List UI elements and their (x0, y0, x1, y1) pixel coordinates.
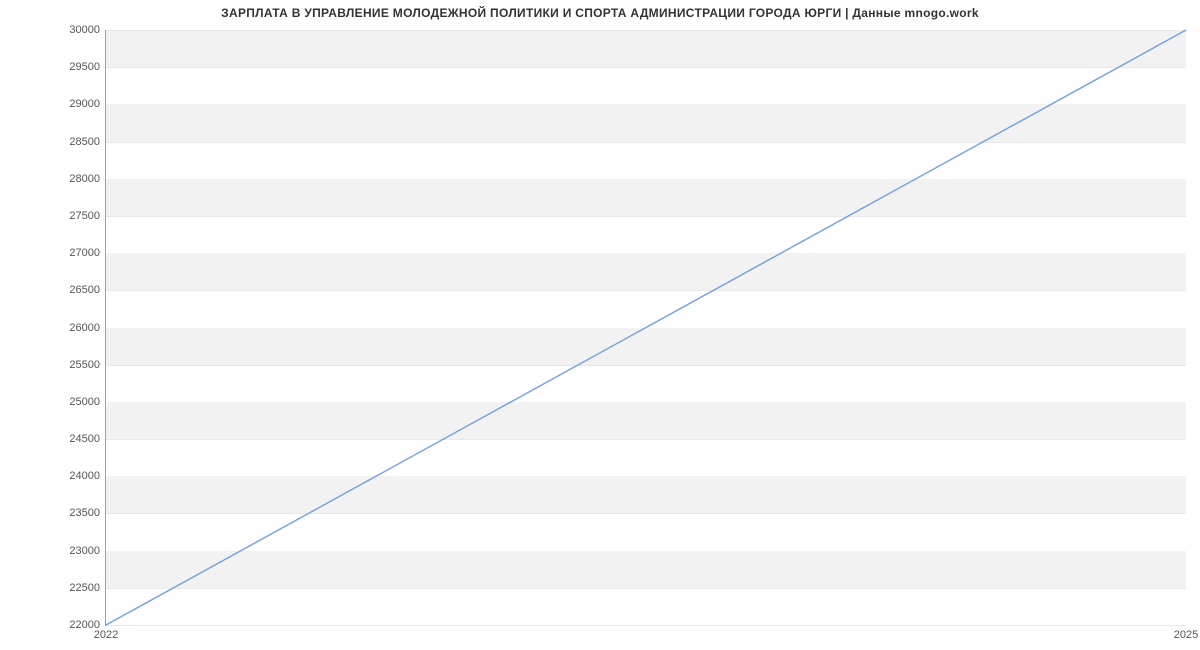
y-tick-label: 27500 (69, 210, 100, 222)
line-layer (106, 30, 1186, 625)
y-tick-label: 26500 (69, 284, 100, 296)
y-tick-label: 23000 (69, 545, 100, 557)
y-tick-label: 27000 (69, 247, 100, 259)
x-tick-label: 2022 (94, 629, 118, 641)
gridline (106, 625, 1186, 626)
y-tick-label: 26000 (69, 322, 100, 334)
series-line (106, 30, 1186, 625)
y-tick-label: 28000 (69, 173, 100, 185)
y-tick-label: 29000 (69, 98, 100, 110)
y-tick-label: 25000 (69, 396, 100, 408)
y-tick-label: 24000 (69, 470, 100, 482)
y-tick-label: 25500 (69, 359, 100, 371)
chart-container: ЗАРПЛАТА В УПРАВЛЕНИЕ МОЛОДЕЖНОЙ ПОЛИТИК… (0, 0, 1200, 650)
y-tick-label: 29500 (69, 61, 100, 73)
y-tick-label: 22500 (69, 582, 100, 594)
y-tick-label: 28500 (69, 136, 100, 148)
x-tick-label: 2025 (1174, 629, 1198, 641)
y-tick-label: 23500 (69, 507, 100, 519)
chart-title: ЗАРПЛАТА В УПРАВЛЕНИЕ МОЛОДЕЖНОЙ ПОЛИТИК… (0, 6, 1200, 20)
y-tick-label: 24500 (69, 433, 100, 445)
y-tick-label: 30000 (69, 24, 100, 36)
plot-area: 2200022500230002350024000245002500025500… (105, 30, 1186, 626)
